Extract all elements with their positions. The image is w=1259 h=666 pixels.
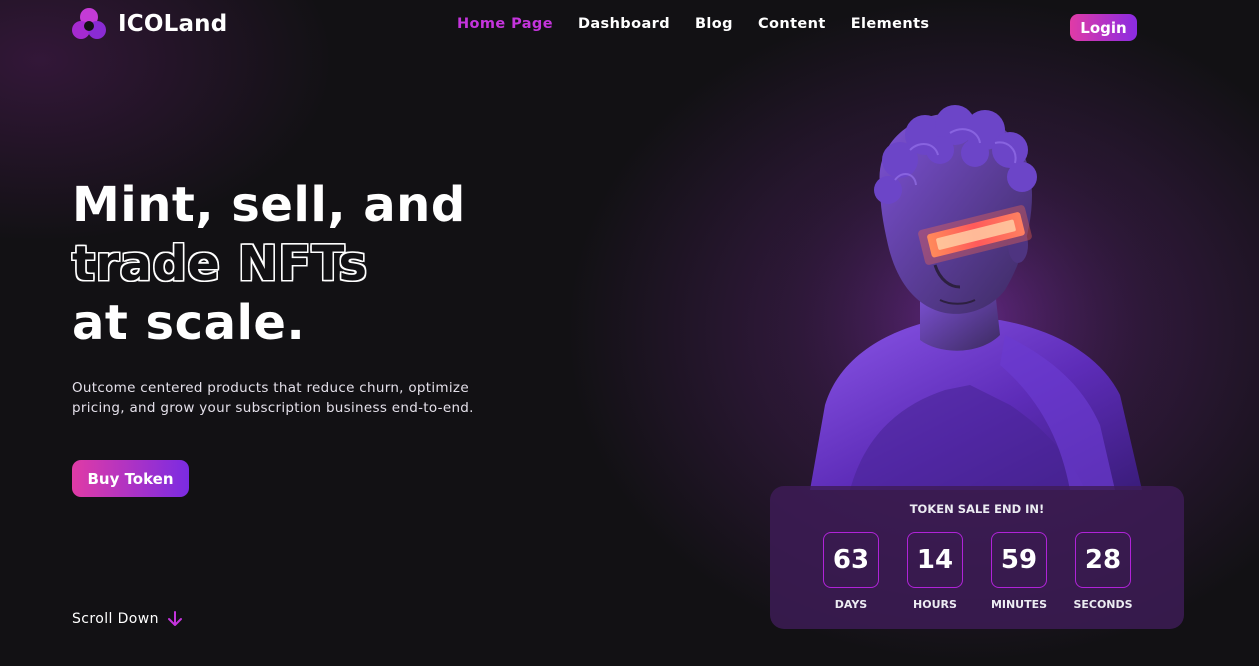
countdown-seconds-label: SECONDS xyxy=(1073,598,1133,611)
countdown-seconds: 28 SECONDS xyxy=(1073,532,1133,611)
logo-text: ICOLand xyxy=(118,11,228,37)
hero-title: Mint, sell, and trade NFTs at scale. xyxy=(72,176,466,353)
countdown-days-label: DAYS xyxy=(834,598,868,611)
countdown-hours: 14 HOURS xyxy=(907,532,963,611)
countdown-minutes-label: MINUTES xyxy=(990,598,1048,611)
countdown-minutes-value: 59 xyxy=(991,532,1047,588)
countdown-minutes: 59 MINUTES xyxy=(991,532,1047,611)
nav-dashboard[interactable]: Dashboard xyxy=(578,16,670,32)
nav-home-page[interactable]: Home Page xyxy=(457,16,553,32)
countdown-seconds-value: 28 xyxy=(1075,532,1131,588)
token-sale-countdown: TOKEN SALE END IN! 63 DAYS 14 HOURS 59 M… xyxy=(770,486,1184,629)
scroll-down-label: Scroll Down xyxy=(72,611,159,627)
nav-content[interactable]: Content xyxy=(758,16,826,32)
countdown-hours-value: 14 xyxy=(907,532,963,588)
scroll-down-link[interactable]: Scroll Down xyxy=(72,610,183,628)
hero-description: Outcome centered products that reduce ch… xyxy=(72,380,474,416)
nav-blog[interactable]: Blog xyxy=(695,16,733,32)
login-button[interactable]: Login xyxy=(1070,14,1137,41)
buy-token-button[interactable]: Buy Token xyxy=(72,460,189,497)
countdown-days-value: 63 xyxy=(823,532,879,588)
statue-illustration xyxy=(770,105,1170,490)
nav-elements[interactable]: Elements xyxy=(851,16,930,32)
hero-title-line-1: Mint, sell, and xyxy=(72,177,466,233)
hero-title-line-3: at scale. xyxy=(72,295,306,351)
page: ICOLand Home Page Dashboard Blog Content… xyxy=(0,0,1259,666)
logo-icon xyxy=(72,8,106,40)
countdown-hours-label: HOURS xyxy=(913,598,957,611)
logo[interactable]: ICOLand xyxy=(72,8,227,40)
arrow-down-icon xyxy=(167,611,182,626)
countdown-units: 63 DAYS 14 HOURS 59 MINUTES 28 SECONDS xyxy=(823,532,1133,611)
countdown-title: TOKEN SALE END IN! xyxy=(909,502,1045,516)
main-nav: Home Page Dashboard Blog Content Element… xyxy=(457,16,929,32)
hero-title-line-2: trade NFTs xyxy=(72,236,368,292)
countdown-days: 63 DAYS xyxy=(823,532,879,611)
